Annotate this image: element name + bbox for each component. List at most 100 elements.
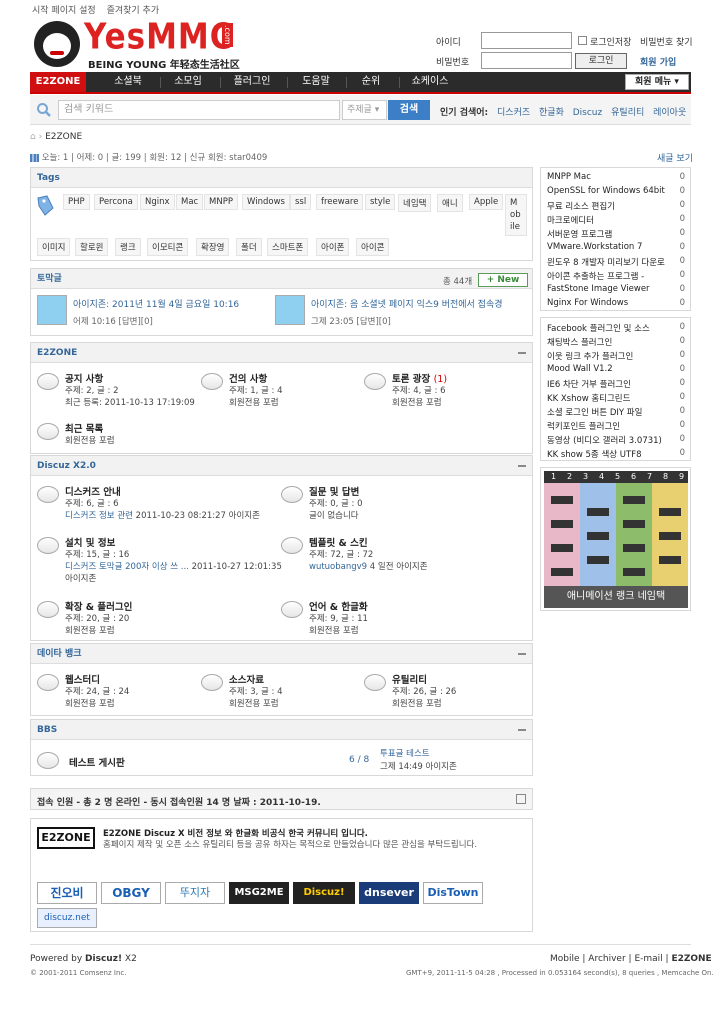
list-item[interactable]: 채팅박스 플러그인 — [547, 336, 612, 348]
avatar[interactable] — [37, 295, 67, 325]
tag-item[interactable]: 폴더 — [236, 238, 262, 256]
forum-item[interactable]: 템플릿 & 스킨 주제: 72, 글 : 72 wutuobangv9 4 일전… — [281, 535, 521, 572]
tag-item[interactable]: 확장영 — [196, 238, 230, 256]
list-item[interactable]: Mood Wall V1.2 — [547, 364, 613, 374]
discuz-link[interactable]: Discuz! — [85, 954, 122, 964]
hot-keyword[interactable]: 한글화 — [539, 108, 564, 118]
set-homepage-link[interactable]: 시작 페이지 설정 — [32, 6, 96, 16]
tag-item[interactable]: Apple — [469, 194, 504, 210]
partner-banner[interactable]: OBGY — [101, 882, 161, 904]
footer-link-e2zone[interactable]: E2ZONE — [671, 954, 711, 964]
tag-item[interactable]: Nginx — [140, 194, 175, 210]
forum-item[interactable]: 확장 & 플러그인 주제: 20, 글 : 20 회원전용 포럼 — [37, 599, 277, 636]
list-item[interactable]: KK show 5종 색상 UTF8 — [547, 448, 642, 460]
site-logo[interactable]: YesMMC .com BEING YOUNG 年轻态生活社区 — [34, 16, 244, 71]
search-scope-select[interactable]: 주제글 ▾ — [342, 100, 387, 120]
list-item[interactable]: Facebook 플러그인 및 소스 — [547, 322, 650, 334]
list-item[interactable]: 동영상 (비디오 갤러리 3.0731) — [547, 434, 662, 446]
collapse-icon[interactable] — [518, 465, 526, 467]
nametag-banner[interactable]: 1 2 3 4 5 6 7 8 9 애니메이션 랭크 네임택 — [540, 467, 691, 611]
tag-item[interactable]: 애니 — [437, 194, 463, 212]
tag-item[interactable]: PHP — [63, 194, 90, 210]
tag-item[interactable]: 스마트폰 — [267, 238, 309, 256]
find-password-link[interactable]: 비밀번호 찾기 — [640, 35, 693, 48]
list-item[interactable]: IE6 차단 거부 플러그인 — [547, 378, 631, 390]
list-item[interactable]: 마크로에디터 — [547, 214, 594, 226]
login-button[interactable]: 로그인 — [575, 53, 627, 69]
tag-item[interactable]: 아이폰 — [316, 238, 350, 256]
short-post-title[interactable]: 아이지존: 2011년 11월 4일 금요일 10:16 — [73, 297, 239, 310]
hot-keyword[interactable]: Discuz — [573, 108, 603, 118]
forum-item[interactable]: 언어 & 한글화 주제: 9, 글 : 11 회원전용 포럼 — [281, 599, 521, 636]
search-input[interactable]: 검색 키워드 — [58, 100, 340, 120]
id-input[interactable] — [481, 32, 572, 49]
list-item[interactable]: 윈도우 8 개발자 미리보기 다운로 — [547, 256, 665, 268]
list-item[interactable]: 럭키포인트 플러그인 — [547, 420, 620, 432]
expand-icon[interactable] — [516, 794, 526, 804]
nav-groups[interactable]: 소모임 — [162, 72, 214, 92]
bbs-last-link[interactable]: 투표글 테스트 — [380, 747, 430, 759]
tag-item[interactable]: freeware — [316, 194, 364, 210]
tag-item[interactable]: style — [365, 194, 396, 210]
collapse-icon[interactable] — [518, 653, 526, 655]
partner-banner[interactable]: Discuz! — [293, 882, 355, 904]
nav-plugins[interactable]: 플러그인 — [222, 72, 282, 92]
search-button[interactable]: 검색 — [388, 100, 430, 120]
register-link[interactable]: 회원 가입 — [640, 55, 676, 68]
forum-item[interactable]: 최근 목록 회원전용 포럼 — [37, 421, 197, 447]
tag-item[interactable]: 랭크 — [115, 238, 141, 256]
collapse-icon[interactable] — [518, 729, 526, 731]
forum-item[interactable]: 소스자료 주제: 3, 글 : 4 회원전용 포럼 — [201, 672, 361, 709]
forum-item[interactable]: 설치 및 정보 주제: 15, 글 : 16 디스커즈 토막글 200자 이상 … — [37, 535, 282, 584]
list-item[interactable]: 아이콘 추출하는 프로그램 - — [547, 270, 644, 282]
list-item[interactable]: FastStone Image Viewer — [547, 284, 650, 294]
tag-item[interactable]: 이모티콘 — [147, 238, 189, 256]
tag-item[interactable]: Mac — [176, 194, 204, 210]
tag-item[interactable]: 이미지 — [37, 238, 71, 256]
tag-item[interactable]: Windows — [242, 194, 290, 210]
nav-ranking[interactable]: 순위 — [348, 72, 394, 92]
password-input[interactable] — [481, 52, 572, 69]
tag-item[interactable]: 할로윈 — [75, 238, 109, 256]
list-item[interactable]: 서버운영 프로그램 — [547, 228, 612, 240]
breadcrumb-current[interactable]: E2ZONE — [45, 132, 82, 142]
partner-banner[interactable]: dnsever — [359, 882, 419, 904]
list-item[interactable]: Nginx For Windows — [547, 298, 628, 308]
forum-item[interactable]: 토론 광장 (1) 주제: 4, 글 : 6 회원전용 포럼 — [364, 371, 524, 408]
partner-banner[interactable]: 뚜지자 — [165, 882, 225, 904]
footer-link-archiver[interactable]: Archiver — [588, 954, 625, 964]
tag-item[interactable]: Percona — [94, 194, 138, 210]
list-item[interactable]: VMware.Workstation 7 — [547, 242, 642, 252]
add-bookmark-link[interactable]: 즐겨찾기 추가 — [107, 6, 160, 16]
forum-item[interactable]: 디스커즈 안내 주제: 6, 글 : 6 디스커즈 정보 관련 2011-10-… — [37, 484, 277, 521]
forum-item[interactable]: 공지 사항 주제: 2, 글 : 2 최근 등록: 2011-10-13 17:… — [37, 371, 197, 408]
hot-keyword[interactable]: 유틸리티 — [611, 108, 644, 118]
new-short-post-button[interactable]: + New — [478, 273, 528, 287]
nav-showcase[interactable]: 쇼케이스 — [402, 72, 458, 92]
partner-banner[interactable]: 진오비 — [37, 882, 97, 904]
short-post-title[interactable]: 아이지존: 음 소셜넷 페이지 익스9 버전에서 접속경 — [311, 297, 503, 310]
tag-item[interactable]: 네임택 — [398, 194, 432, 212]
nav-socialbook[interactable]: 소셜북 — [102, 72, 154, 92]
member-menu-button[interactable]: 회원 메뉴 ▾ — [625, 74, 689, 90]
nav-e2zone[interactable]: E2ZONE — [30, 72, 86, 92]
list-item[interactable]: KK Xshow 홈티그린드 — [547, 392, 630, 404]
nav-help[interactable]: 도움말 — [290, 72, 342, 92]
tag-item[interactable]: MNPP — [204, 194, 238, 210]
list-item[interactable]: 무료 리소스 편집기 — [547, 200, 615, 212]
forum-item[interactable]: 유틸리티 주제: 26, 글 : 26 회원전용 포럼 — [364, 672, 524, 709]
new-posts-link[interactable]: 새글 보기 — [657, 151, 693, 164]
forum-item[interactable]: 건의 사항 주제: 1, 글 : 4 회원전용 포럼 — [201, 371, 361, 408]
partner-banner[interactable]: MSG2ME — [229, 882, 289, 904]
list-item[interactable]: 소셜 로그인 버튼 DIY 파일 — [547, 406, 642, 418]
partner-banner[interactable]: DisTown — [423, 882, 483, 904]
forum-item[interactable]: 웹스터디 주제: 24, 글 : 24 회원전용 포럼 — [37, 672, 197, 709]
partner-banner[interactable]: discuz.net — [37, 908, 97, 928]
forum-item[interactable]: 테스트 게시판 — [37, 750, 237, 772]
tag-item[interactable]: Mobile — [505, 194, 527, 236]
footer-link-email[interactable]: E-mail — [634, 954, 662, 964]
avatar[interactable] — [275, 295, 305, 325]
forum-item[interactable]: 질문 및 답변 주제: 0, 글 : 0 글이 없습니다 — [281, 484, 521, 521]
list-item[interactable]: OpenSSL for Windows 64bit — [547, 186, 665, 196]
collapse-icon[interactable] — [518, 352, 526, 354]
